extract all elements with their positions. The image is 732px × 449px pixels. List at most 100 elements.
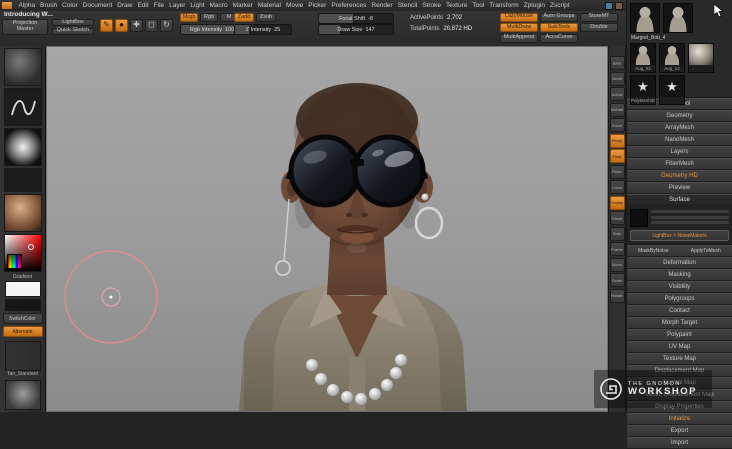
- shelf-view-button[interactable]: Frame: [610, 242, 625, 256]
- menu-item[interactable]: Draw: [115, 2, 135, 9]
- menu-item[interactable]: Render: [369, 2, 395, 9]
- tool-section[interactable]: Deformation: [627, 257, 732, 269]
- tool-section[interactable]: ArrayMesh: [627, 122, 732, 134]
- document-canvas[interactable]: [46, 46, 608, 412]
- menu-item[interactable]: Stencil: [395, 2, 420, 9]
- menu-item[interactable]: Material: [255, 2, 283, 9]
- tool-section[interactable]: Geometry: [627, 110, 732, 122]
- menu-item[interactable]: Alpha: [16, 2, 38, 9]
- shelf-view-button[interactable]: Actual: [610, 87, 625, 101]
- shelf-view-button[interactable]: Transp: [610, 196, 625, 210]
- shelf-view-button[interactable]: AAHalf: [610, 103, 625, 117]
- shelf-view-button[interactable]: Rotate: [610, 289, 625, 303]
- menu-item[interactable]: Light: [188, 2, 207, 9]
- draw-size-slider[interactable]: Draw Size 147: [318, 24, 394, 35]
- tool-section[interactable]: NanoMesh: [627, 134, 732, 146]
- tool-thumbnail[interactable]: PolyMesh3D: [630, 75, 656, 105]
- hue-strip[interactable]: [7, 254, 22, 269]
- tool-section[interactable]: Polypaint: [627, 329, 732, 341]
- menu-item[interactable]: Macro: [207, 2, 230, 9]
- mode-button[interactable]: ✎: [100, 19, 113, 32]
- menu-item[interactable]: Color: [60, 2, 81, 9]
- tool-section[interactable]: Export: [627, 425, 732, 437]
- sculpt-mode-button[interactable]: Zadd: [234, 13, 254, 22]
- tool-section[interactable]: Polygroups: [627, 293, 732, 305]
- main-color-swatch[interactable]: [5, 281, 41, 297]
- tool-section[interactable]: Contact: [627, 305, 732, 317]
- shelf-view-button[interactable]: Ghost: [610, 211, 625, 225]
- shelf-view-button[interactable]: Scale: [610, 273, 625, 287]
- shelf-view-button[interactable]: BPR: [610, 56, 625, 70]
- z-intensity-slider[interactable]: Z Intensity 25: [234, 24, 292, 35]
- menubar-help-icon[interactable]: [615, 2, 623, 10]
- shelf-view-button[interactable]: Ruler: [610, 165, 625, 179]
- shelf-toggle-button[interactable]: StoreMT: [580, 13, 618, 22]
- menu-item[interactable]: Brush: [38, 2, 60, 9]
- quick-sketch-button[interactable]: Quick Sketch: [52, 28, 94, 35]
- focal-shift-slider[interactable]: Focal Shift -8: [318, 13, 394, 24]
- noise-slider[interactable]: [651, 210, 729, 213]
- sculpt-mode-button[interactable]: Zsub: [256, 13, 276, 22]
- shelf-view-button[interactable]: Solo: [610, 227, 625, 241]
- menubar-swatch-icon[interactable]: [605, 2, 613, 10]
- tool-section-surface[interactable]: Surface: [627, 194, 732, 206]
- noise-preview[interactable]: [630, 209, 648, 227]
- menu-item[interactable]: Zplugin: [521, 2, 547, 9]
- paint-mode-button[interactable]: Mrgb: [180, 13, 198, 22]
- menu-item[interactable]: Tool: [470, 2, 487, 9]
- noise-slider[interactable]: [651, 221, 729, 224]
- stroke-thumbnail[interactable]: [4, 88, 42, 126]
- menu-item[interactable]: Document: [80, 2, 115, 9]
- tool-section[interactable]: Masking: [627, 269, 732, 281]
- surface-action-button[interactable]: ApplyToMesh: [680, 245, 732, 257]
- tool-section[interactable]: FiberMesh: [627, 158, 732, 170]
- menu-item[interactable]: Texture: [444, 2, 470, 9]
- current-brush-thumbnail[interactable]: [5, 380, 41, 410]
- menu-item[interactable]: Preferences: [329, 2, 369, 9]
- shelf-toggle-button[interactable]: Double: [580, 23, 618, 32]
- material-thumbnail[interactable]: [4, 194, 42, 232]
- brush-thumbnail[interactable]: [4, 48, 42, 86]
- tool-section[interactable]: Visibility: [627, 281, 732, 293]
- alpha-thumbnail[interactable]: [4, 128, 42, 166]
- mode-button[interactable]: ↻: [160, 19, 173, 32]
- shelf-toggle-button[interactable]: MultiAppend: [500, 34, 538, 43]
- tool-thumbnail[interactable]: [659, 75, 685, 105]
- tool-thumbnail[interactable]: Aug_12: [659, 43, 685, 73]
- shelf-toggle-button[interactable]: AccuCurve: [540, 34, 578, 43]
- mode-button[interactable]: ◻: [145, 19, 158, 32]
- menu-item[interactable]: Zscript: [548, 2, 573, 9]
- shelf-toggle-button[interactable]: SubTools: [540, 23, 578, 32]
- menu-item[interactable]: Picker: [306, 2, 329, 9]
- lightbox-button[interactable]: LightBox: [52, 19, 94, 26]
- tool-section[interactable]: UV Map: [627, 341, 732, 353]
- tool-section[interactable]: Morph Target: [627, 317, 732, 329]
- texture-thumbnail[interactable]: [4, 168, 42, 192]
- tool-thumbnail[interactable]: Aug_02: [630, 43, 656, 73]
- shelf-view-button[interactable]: Floor: [610, 149, 625, 163]
- shelf-view-button[interactable]: Scroll: [610, 72, 625, 86]
- noise-slider[interactable]: [651, 216, 729, 219]
- menu-item[interactable]: Layer: [167, 2, 188, 9]
- secondary-color-swatch[interactable]: [5, 299, 41, 311]
- noisemakers-button[interactable]: LightBox > NoiseMakers: [630, 230, 729, 241]
- menu-item[interactable]: Stroke: [420, 2, 444, 9]
- tool-thumbnail[interactable]: [630, 3, 660, 33]
- alternate-button[interactable]: Alternate: [3, 326, 43, 337]
- tool-thumbnail[interactable]: [688, 43, 714, 73]
- tool-section[interactable]: Import: [627, 437, 732, 449]
- switch-color-button[interactable]: SwitchColor: [3, 313, 43, 324]
- tool-section[interactable]: Layers: [627, 146, 732, 158]
- tool-section[interactable]: Initialize: [627, 413, 732, 425]
- color-picker[interactable]: [4, 234, 42, 272]
- mode-button[interactable]: ●: [115, 19, 128, 32]
- menu-item[interactable]: Marker: [230, 2, 255, 9]
- shelf-view-button[interactable]: Persp: [610, 134, 625, 148]
- zbrush-logo-icon[interactable]: [2, 2, 12, 9]
- shelf-toggle-button[interactable]: Auto Groups: [540, 13, 578, 22]
- shelf-view-button[interactable]: Move: [610, 258, 625, 272]
- mode-button[interactable]: ✚: [130, 19, 143, 32]
- tool-section[interactable]: Geometry HD: [627, 170, 732, 182]
- shelf-view-button[interactable]: Local: [610, 180, 625, 194]
- projection-master-button[interactable]: Projection Master: [2, 19, 48, 35]
